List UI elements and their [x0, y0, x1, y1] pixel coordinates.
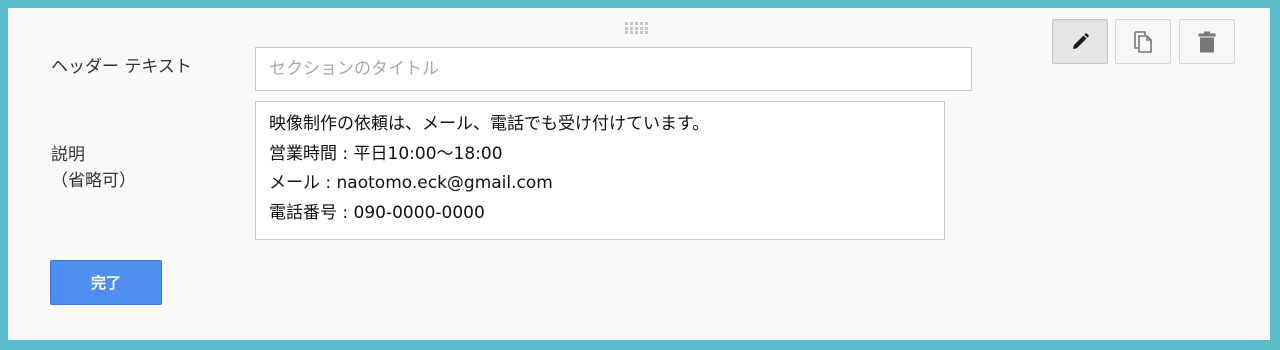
done-button[interactable]: 完了: [50, 260, 162, 305]
section-editor-card: ヘッダー テキスト 説明 （省略可） 映像制作の依頼は、メール、電話でも受け付け…: [8, 8, 1270, 340]
description-line: 電話番号 : 090-0000-0000: [269, 202, 485, 223]
description-textarea[interactable]: 映像制作の依頼は、メール、電話でも受け付けています。 営業時間 : 平日10:0…: [255, 101, 945, 240]
header-text-label: ヘッダー テキスト: [51, 57, 192, 77]
description-line: メール : naotomo.eck@gmail.com: [269, 173, 553, 193]
pencil-icon: [1071, 32, 1089, 51]
description-optional-text: （省略可）: [51, 171, 136, 191]
trash-icon: [1198, 31, 1216, 53]
copy-icon: [1134, 30, 1152, 53]
description-label-text: 説明: [51, 145, 85, 165]
drag-handle-icon[interactable]: [625, 22, 655, 36]
section-title-input[interactable]: [255, 47, 972, 91]
description-line: 映像制作の依頼は、メール、電話でも受け付けています。: [269, 114, 710, 134]
delete-button[interactable]: [1179, 19, 1235, 64]
edit-button[interactable]: [1052, 19, 1108, 64]
description-line: 営業時間 : 平日10:00〜18:00: [269, 143, 503, 164]
copy-button[interactable]: [1115, 19, 1171, 64]
description-label: 説明 （省略可）: [51, 142, 136, 194]
